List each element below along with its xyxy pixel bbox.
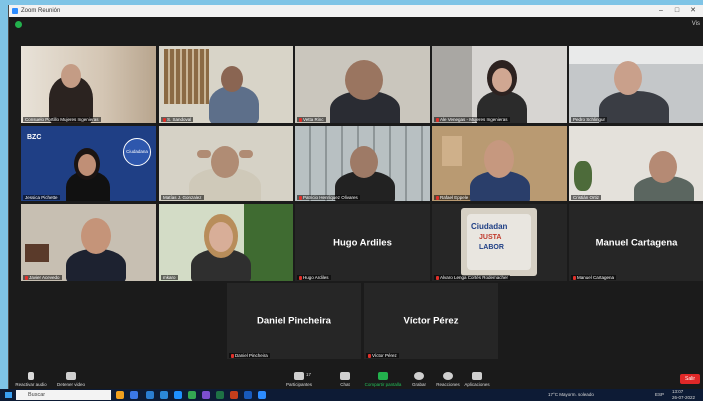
- participant-name: S. Sandoval: [161, 117, 194, 122]
- poster-text: LABOR: [479, 244, 504, 251]
- participant-tile[interactable]: Matías J. Gonzalez: [159, 126, 293, 201]
- participant-tile[interactable]: mkaro: [159, 204, 293, 281]
- participant-display-name: Hugo Ardiles: [333, 237, 392, 248]
- task-view-icon[interactable]: [130, 391, 138, 399]
- powerpoint-icon[interactable]: [230, 391, 238, 399]
- taskbar: Buscar 17°C Mayorm. soleado ESP 13:07 26…: [0, 389, 703, 401]
- participant-name: Javier Acevedo: [23, 275, 62, 280]
- participant-display-name: Víctor Pérez: [403, 315, 459, 327]
- participant-tile[interactable]: Manuel Cartagena Manuel Cartagena: [569, 204, 703, 281]
- participant-name: Vetta Rinc: [297, 117, 326, 122]
- participant-tile[interactable]: Javier Acevedo: [21, 204, 156, 281]
- view-button[interactable]: Vis: [692, 21, 700, 27]
- leave-button[interactable]: Salir: [679, 374, 700, 384]
- participant-tile[interactable]: Víctor Pérez Víctor Pérez: [364, 283, 498, 359]
- participant-display-name: Daniel Pincheira: [257, 315, 331, 327]
- participant-name: Matías J. Gonzalez: [161, 195, 204, 200]
- participant-tile[interactable]: Cristián Ortiz: [569, 126, 703, 201]
- participant-name: Ale Venegas - Mujeres Ingenieras: [434, 117, 510, 122]
- muted-mic-icon: [436, 275, 439, 280]
- edge-icon[interactable]: [174, 391, 182, 399]
- muted-mic-icon: [231, 353, 234, 358]
- participant-name: Manuel Cartagena: [571, 275, 617, 280]
- participant-tile[interactable]: Daniel Pincheira Daniel Pincheira: [227, 283, 361, 359]
- participant-tile[interactable]: Ale Venegas - Mujeres Ingenieras: [432, 46, 567, 123]
- participant-name: Hugo Ardiles: [297, 275, 331, 280]
- apps-icon: [472, 372, 482, 380]
- participant-name: Pedro Schlingur: [571, 117, 608, 122]
- muted-mic-icon: [299, 117, 302, 122]
- slide-badge: Ciudadana: [123, 138, 151, 166]
- security-shield-icon[interactable]: [15, 21, 22, 28]
- minimize-button[interactable]: –: [654, 5, 668, 17]
- participant-name: Jessica Pichette: [23, 195, 60, 200]
- participant-name: Cristián Ortiz: [571, 195, 602, 200]
- participants-icon: [294, 372, 304, 380]
- participant-tile[interactable]: S. Sandoval: [159, 46, 293, 123]
- muted-mic-icon: [299, 275, 302, 280]
- language-indicator[interactable]: ESP: [655, 389, 664, 401]
- mail-icon[interactable]: [160, 391, 168, 399]
- participant-name: Consuelo Portillo Mujeres Ingenieras: [23, 117, 101, 122]
- zoom-window: Zoom Reunión – □ ✕ Vis Consuelo Portillo…: [8, 5, 703, 394]
- poster-text: Ciudadan: [471, 222, 508, 231]
- participant-display-name: Manuel Cartagena: [595, 237, 678, 248]
- stop-video-button[interactable]: Detener video: [51, 372, 91, 387]
- participant-name: Víctor Pérez: [366, 353, 399, 358]
- apps-button[interactable]: Aplicaciones: [457, 372, 497, 387]
- title-bar: Zoom Reunión – □ ✕: [9, 5, 703, 17]
- participant-tile[interactable]: Pedro Schlingur: [569, 46, 703, 123]
- word-icon[interactable]: [244, 391, 252, 399]
- share-screen-icon: [378, 372, 388, 380]
- window-title: Zoom Reunión: [21, 8, 61, 14]
- participant-tile[interactable]: Vetta Rinc: [295, 46, 430, 123]
- slide-brand: BZC: [27, 134, 42, 141]
- participant-name: Daniel Pincheira: [229, 353, 270, 358]
- file-explorer-icon[interactable]: [116, 391, 124, 399]
- participant-name: Rafael Eppele: [434, 195, 471, 200]
- record-icon: [414, 372, 424, 380]
- poster-text: JUSTA: [479, 234, 502, 241]
- muted-mic-icon: [573, 275, 576, 280]
- participant-tile[interactable]: Patricio Henríquez Olivares: [295, 126, 430, 201]
- muted-mic-icon: [163, 117, 166, 122]
- muted-mic-icon: [436, 195, 439, 200]
- close-button[interactable]: ✕: [686, 5, 700, 17]
- reactions-icon: [443, 372, 453, 380]
- participant-tile[interactable]: Consuelo Portillo Mujeres Ingenieras: [21, 46, 156, 123]
- unmute-button[interactable]: Reactivar audio: [11, 372, 51, 387]
- participant-name: Patricio Henríquez Olivares: [297, 195, 360, 200]
- chrome-icon[interactable]: [188, 391, 196, 399]
- participant-tile[interactable]: Hugo Ardiles Hugo Ardiles: [295, 204, 430, 281]
- weather-widget[interactable]: 17°C Mayorm. soleado: [548, 389, 594, 401]
- participant-tile[interactable]: Rafael Eppele: [432, 126, 567, 201]
- muted-mic-icon: [299, 195, 302, 200]
- store-icon[interactable]: [146, 391, 154, 399]
- chat-icon: [340, 372, 350, 380]
- muted-mic-icon: [368, 353, 371, 358]
- participant-name: mkaro: [161, 275, 178, 280]
- windows-start-icon[interactable]: [5, 392, 12, 398]
- profile-picture: Ciudadan JUSTA LABOR: [461, 208, 537, 276]
- zoom-taskbar-icon[interactable]: [258, 391, 266, 399]
- video-camera-icon: [66, 372, 76, 380]
- participants-button[interactable]: Participantes 17: [279, 372, 319, 387]
- muted-mic-icon: [25, 275, 28, 280]
- maximize-button[interactable]: □: [670, 5, 684, 17]
- muted-microphone-icon: [28, 372, 34, 380]
- muted-mic-icon: [436, 117, 439, 122]
- chat-button[interactable]: Chat: [325, 372, 365, 387]
- participant-tile[interactable]: BZC Ciudadana Jessica Pichette: [21, 126, 156, 201]
- teams-icon[interactable]: [202, 391, 210, 399]
- participant-name: Alvaro Lenga Cortés Rodemacher: [434, 275, 511, 280]
- zoom-logo-icon: [12, 8, 18, 14]
- clock[interactable]: 13:07 26-07-2022: [672, 389, 695, 401]
- taskbar-search[interactable]: Buscar: [16, 390, 111, 400]
- participants-count: 17: [306, 372, 312, 377]
- excel-icon[interactable]: [216, 391, 224, 399]
- participant-tile[interactable]: Ciudadan JUSTA LABOR Alvaro Lenga Cortés…: [432, 204, 567, 281]
